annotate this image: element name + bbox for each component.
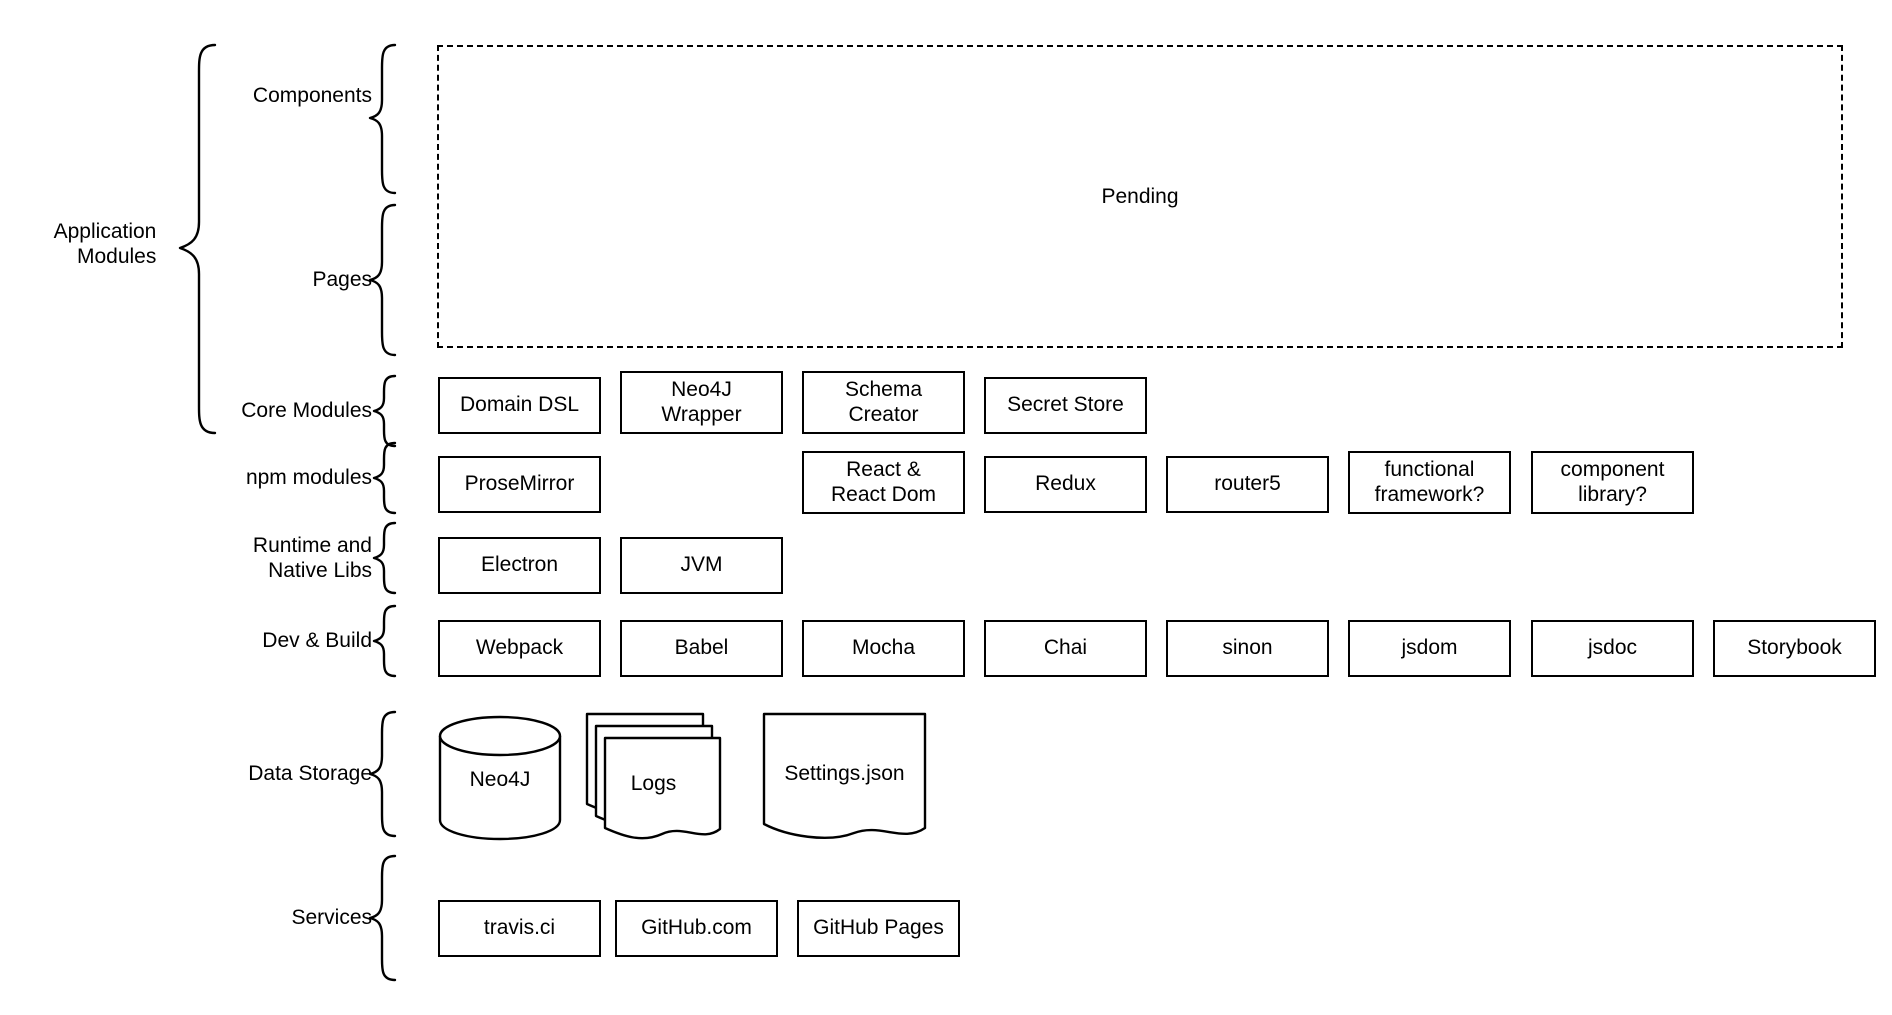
node-logs-multidocument[interactable]: Logs xyxy=(585,712,722,845)
node-label: travis.ci xyxy=(483,916,556,940)
node-label: sinon xyxy=(1222,636,1273,660)
group-label-components: Components xyxy=(252,84,372,108)
group-label-core-modules: Core Modules xyxy=(241,399,372,423)
node-router5[interactable]: router5 xyxy=(1166,456,1329,513)
group-label-npm-modules: npm modules xyxy=(245,466,372,490)
multi-document-icon xyxy=(585,712,722,840)
node-sinon[interactable]: sinon xyxy=(1166,620,1329,677)
architecture-diagram-canvas: Application Modules Components Pages Core… xyxy=(0,0,1892,1015)
node-jsdoc[interactable]: jsdoc xyxy=(1531,620,1694,677)
node-label: Neo4J Wrapper xyxy=(661,377,742,426)
node-neo4j-wrapper[interactable]: Neo4J Wrapper xyxy=(620,371,783,434)
node-schema-creator[interactable]: Schema Creator xyxy=(802,371,965,434)
node-redux[interactable]: Redux xyxy=(984,456,1147,513)
group-label-runtime-native-libs: Runtime and Native Libs xyxy=(252,533,372,582)
group-label-services: Services xyxy=(291,906,372,930)
cylinder-icon xyxy=(438,715,562,841)
node-jsdom[interactable]: jsdom xyxy=(1348,620,1511,677)
node-label: Storybook xyxy=(1747,636,1842,660)
node-electron[interactable]: Electron xyxy=(438,537,601,594)
node-github-pages[interactable]: GitHub Pages xyxy=(797,900,960,957)
node-react-react-dom[interactable]: React & React Dom xyxy=(802,451,965,514)
node-label: Schema Creator xyxy=(844,377,923,426)
node-label: Redux xyxy=(1035,472,1096,496)
node-label: Webpack xyxy=(475,636,564,660)
node-label: ProseMirror xyxy=(464,472,575,496)
group-label-data-storage: Data Storage xyxy=(248,762,372,786)
node-label: GitHub.com xyxy=(641,916,752,940)
node-secret-store[interactable]: Secret Store xyxy=(984,377,1147,434)
node-webpack[interactable]: Webpack xyxy=(438,620,601,677)
node-label: JVM xyxy=(680,553,723,577)
node-label: Domain DSL xyxy=(459,393,580,417)
node-travis-ci[interactable]: travis.ci xyxy=(438,900,601,957)
node-label: React & React Dom xyxy=(830,457,937,506)
node-functional-framework[interactable]: functional framework? xyxy=(1348,451,1511,514)
node-label: router5 xyxy=(1214,472,1281,496)
node-chai[interactable]: Chai xyxy=(984,620,1147,677)
node-label: Secret Store xyxy=(1007,393,1124,417)
node-babel[interactable]: Babel xyxy=(620,620,783,677)
root-group-label: Application Modules xyxy=(53,219,157,268)
node-label: GitHub Pages xyxy=(813,916,944,940)
node-label: functional framework? xyxy=(1374,457,1485,506)
node-label: Chai xyxy=(1043,636,1088,660)
node-label: jsdoc xyxy=(1587,636,1638,660)
pending-label: Pending xyxy=(1101,184,1179,208)
node-label: Babel xyxy=(674,636,729,660)
node-label: Mocha xyxy=(851,636,916,660)
pending-region: Pending xyxy=(437,45,1843,348)
group-label-dev-build: Dev & Build xyxy=(262,629,372,653)
node-component-library[interactable]: component library? xyxy=(1531,451,1694,514)
node-storybook[interactable]: Storybook xyxy=(1713,620,1876,677)
node-label: Electron xyxy=(480,553,559,577)
node-label: component library? xyxy=(1560,457,1665,506)
node-jvm[interactable]: JVM xyxy=(620,537,783,594)
node-domain-dsl[interactable]: Domain DSL xyxy=(438,377,601,434)
node-github-com[interactable]: GitHub.com xyxy=(615,900,778,957)
node-label: jsdom xyxy=(1401,636,1458,660)
node-neo4j-cylinder[interactable]: Neo4J xyxy=(438,715,562,841)
group-label-pages: Pages xyxy=(312,268,372,292)
node-mocha[interactable]: Mocha xyxy=(802,620,965,677)
document-icon xyxy=(762,712,927,839)
node-prosemirror[interactable]: ProseMirror xyxy=(438,456,601,513)
node-settings-json-document[interactable]: Settings.json xyxy=(762,712,927,845)
